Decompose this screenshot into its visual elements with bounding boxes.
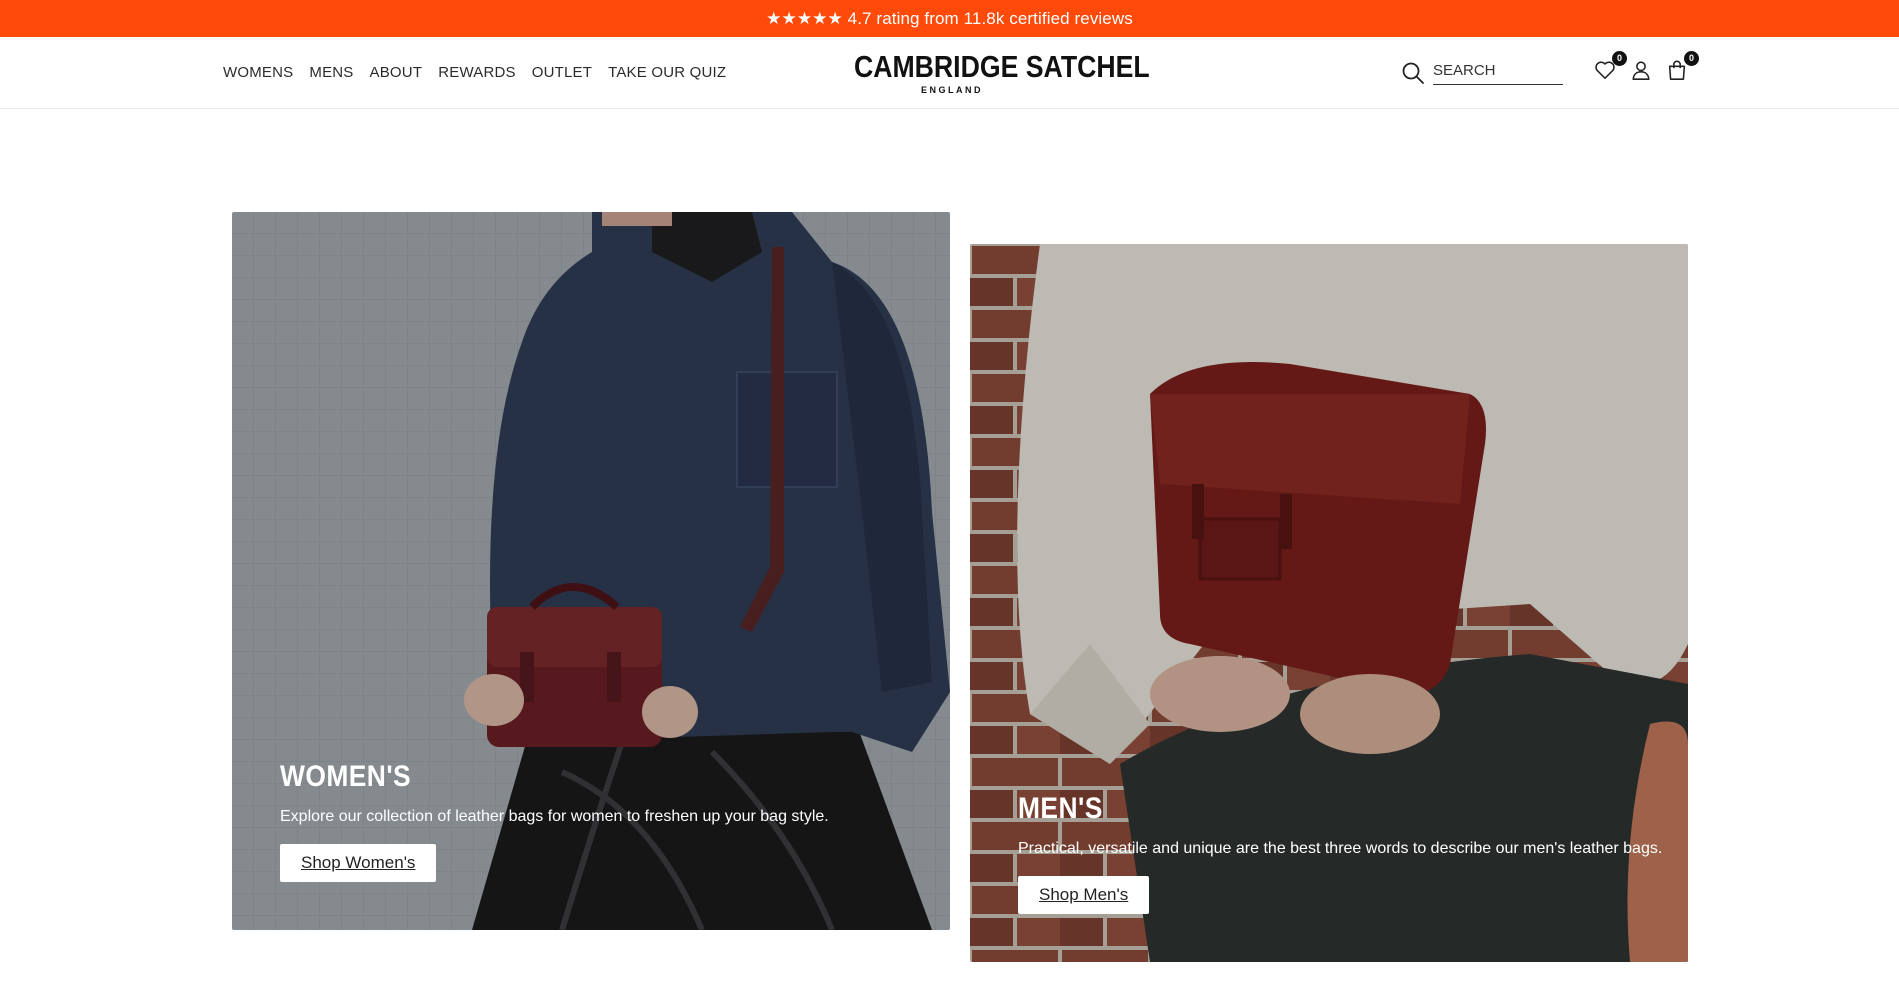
mens-card-description: Practical, versatile and unique are the …	[1018, 840, 1663, 857]
main-nav: WOMENS MENS ABOUT REWARDS OUTLET TAKE OU…	[223, 37, 726, 108]
header-utilities: 0 0	[1401, 37, 1699, 108]
site-header: WOMENS MENS ABOUT REWARDS OUTLET TAKE OU…	[0, 37, 1899, 109]
cart-button[interactable]: 0	[1665, 50, 1699, 85]
mens-card-title: MEN'S	[1018, 792, 1103, 825]
womens-card-content: WOMEN'S Explore our collection of leathe…	[280, 760, 829, 882]
shop-mens-button[interactable]: Shop Men's	[1018, 876, 1150, 914]
wishlist-count-badge: 0	[1612, 50, 1627, 66]
mens-card-content: MEN'S Practical, versatile and unique ar…	[1018, 792, 1662, 914]
wishlist-button[interactable]: 0	[1593, 50, 1627, 85]
promo-text: ★★★★★ 4.7 rating from 11.8k certified re…	[766, 8, 1133, 28]
nav-item-womens[interactable]: WOMENS	[223, 64, 293, 81]
womens-card-description: Explore our collection of leather bags f…	[280, 808, 829, 825]
womens-card-title: WOMEN'S	[280, 760, 412, 793]
cart-count-badge: 0	[1684, 50, 1699, 66]
nav-item-quiz[interactable]: TAKE OUR QUIZ	[608, 64, 726, 81]
search-box	[1401, 60, 1563, 85]
nav-item-rewards[interactable]: REWARDS	[438, 64, 516, 81]
promo-bar: ★★★★★ 4.7 rating from 11.8k certified re…	[0, 0, 1899, 37]
nav-item-about[interactable]: ABOUT	[370, 64, 423, 81]
womens-category-card[interactable]: WOMEN'S Explore our collection of leathe…	[232, 212, 950, 930]
nav-item-mens[interactable]: MENS	[309, 64, 353, 81]
search-icon[interactable]	[1401, 61, 1425, 85]
nav-item-outlet[interactable]: OUTLET	[532, 64, 592, 81]
logo-subtitle: ENGLAND	[921, 85, 983, 95]
logo-wordmark: CAMBRIDGE SATCHEL	[853, 49, 1150, 84]
account-button[interactable]	[1629, 61, 1653, 85]
search-input[interactable]	[1433, 60, 1563, 85]
brand-logo[interactable]: CAMBRIDGE SATCHEL ENGLAND	[838, 49, 1150, 96]
mens-category-card[interactable]: MEN'S Practical, versatile and unique ar…	[970, 244, 1688, 962]
user-icon	[1630, 59, 1652, 86]
shop-womens-button[interactable]: Shop Women's	[280, 844, 437, 882]
